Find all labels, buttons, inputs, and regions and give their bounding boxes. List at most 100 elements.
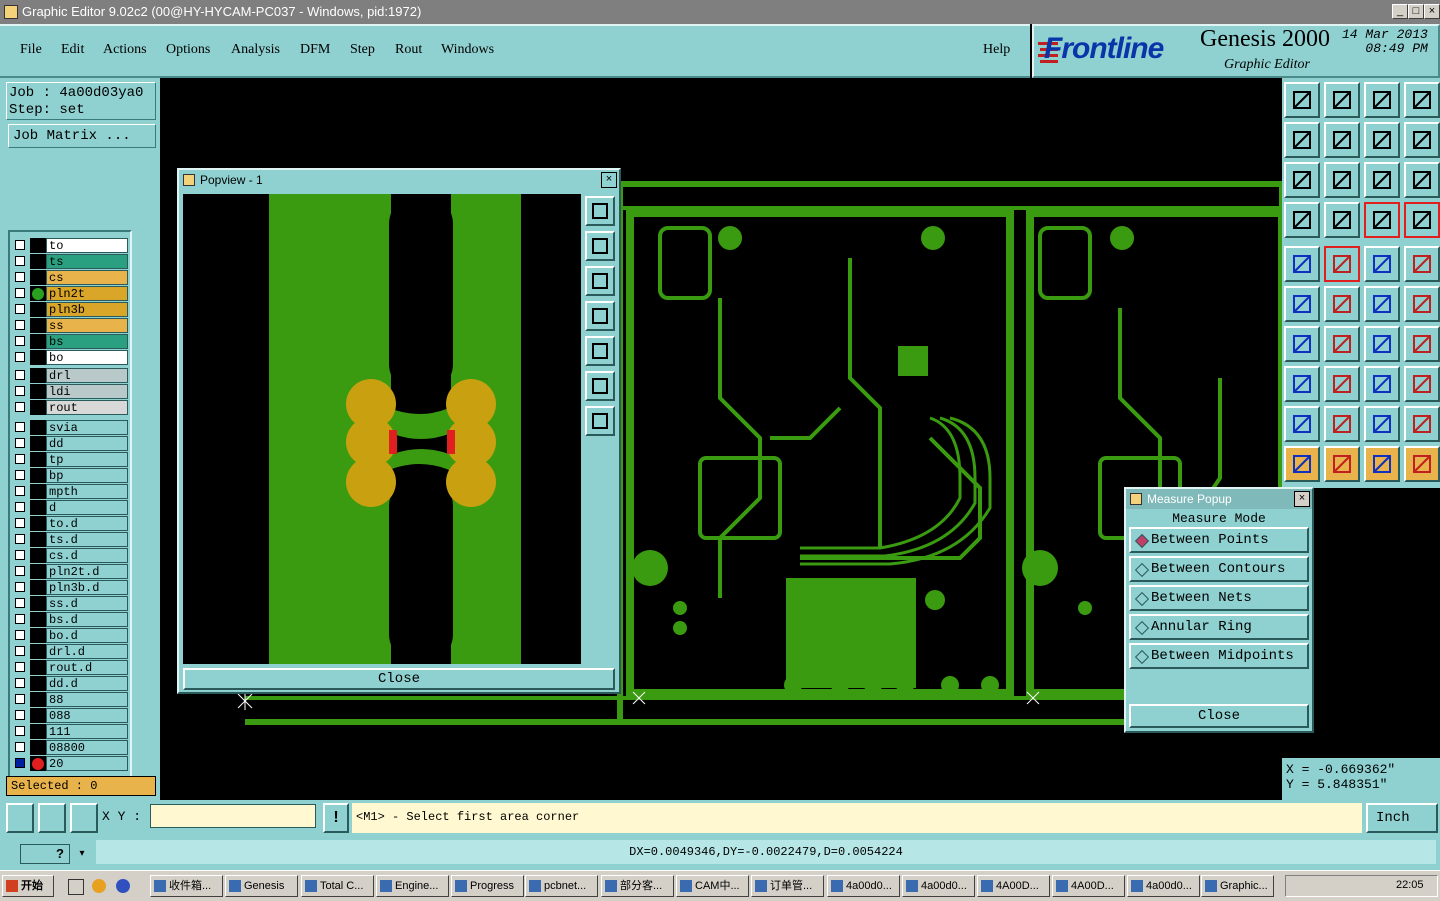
query-icon[interactable] — [1404, 162, 1440, 198]
layer-name[interactable]: 08800 — [46, 740, 128, 755]
popview-close-button[interactable]: Close — [183, 668, 615, 690]
zoom-area-icon[interactable] — [6, 803, 34, 833]
layer-name[interactable]: dd.d — [46, 676, 128, 691]
layer-name[interactable]: bo — [46, 350, 128, 365]
layer-checkbox[interactable] — [15, 758, 25, 768]
layer-name[interactable]: drl.d — [46, 644, 128, 659]
unit-selector[interactable]: Inch — [1366, 803, 1438, 833]
layer-checkbox[interactable] — [15, 256, 25, 266]
triangle-c-icon[interactable] — [1364, 406, 1400, 442]
layer-row[interactable]: bo — [10, 350, 130, 365]
pv-zoom-icon[interactable] — [585, 406, 615, 436]
taskbar-task[interactable]: pcbnet... — [525, 875, 598, 897]
layer-checkbox[interactable] — [15, 518, 25, 528]
layer-checkbox[interactable] — [15, 566, 25, 576]
layer-name[interactable]: pln3b — [46, 302, 128, 317]
layer-name[interactable]: tp — [46, 452, 128, 467]
copy-icon[interactable] — [1404, 286, 1440, 322]
layer-checkbox[interactable] — [15, 386, 25, 396]
taskbar-task[interactable]: Progress — [451, 875, 524, 897]
snap-red-icon[interactable] — [1364, 202, 1400, 238]
select-area-icon[interactable] — [1324, 446, 1360, 482]
pan-left-icon[interactable] — [1284, 122, 1320, 158]
layer-row[interactable]: cs — [10, 270, 130, 285]
layer-row[interactable]: to — [10, 238, 130, 253]
delete-icon[interactable] — [1324, 286, 1360, 322]
layer-checkbox[interactable] — [15, 422, 25, 432]
layer-name[interactable]: to.d — [46, 516, 128, 531]
layer-name[interactable]: rout — [46, 400, 128, 415]
taskbar-task[interactable]: Engine... — [376, 875, 449, 897]
menu-step[interactable]: Step — [350, 42, 375, 58]
pv-left-icon[interactable] — [585, 301, 615, 331]
layer-name[interactable]: pln3b.d — [46, 580, 128, 595]
layer-name[interactable]: 088 — [46, 708, 128, 723]
layer-checkbox[interactable] — [15, 710, 25, 720]
layer-checkbox[interactable] — [15, 240, 25, 250]
layer-name[interactable]: mpth — [46, 484, 128, 499]
add-pad-icon[interactable] — [1284, 246, 1320, 282]
job-matrix-button[interactable]: Job Matrix ... — [8, 124, 156, 148]
snap-multi-icon[interactable] — [1404, 202, 1440, 238]
measure-option[interactable]: Annular Ring — [1129, 614, 1309, 640]
layer-row[interactable]: ss — [10, 318, 130, 333]
layer-row[interactable]: bs — [10, 334, 130, 349]
popview-close-icon[interactable]: × — [601, 172, 617, 188]
triangle-b-icon[interactable] — [1324, 406, 1360, 442]
measure-close-icon[interactable]: × — [1294, 491, 1310, 507]
layer-row[interactable]: 88 — [10, 692, 130, 707]
window-layout-icon[interactable] — [1404, 82, 1440, 118]
layer-name[interactable]: dd — [46, 436, 128, 451]
pv-up-icon[interactable] — [585, 231, 615, 261]
layer-checkbox[interactable] — [15, 454, 25, 464]
scale-1-2-icon[interactable] — [1364, 162, 1400, 198]
layer-row[interactable]: drl — [10, 368, 130, 383]
grid-icon[interactable] — [70, 803, 98, 833]
close-window-button[interactable]: × — [1424, 4, 1440, 19]
save-icon[interactable] — [1324, 82, 1360, 118]
menu-options[interactable]: Options — [166, 42, 210, 58]
measure-option[interactable]: Between Midpoints — [1129, 643, 1309, 669]
layer-row[interactable]: tp — [10, 452, 130, 467]
layer-checkbox[interactable] — [15, 370, 25, 380]
layer-checkbox[interactable] — [15, 630, 25, 640]
layer-name[interactable]: ss.d — [46, 596, 128, 611]
layer-name[interactable]: to — [46, 238, 128, 253]
layer-row[interactable]: dd — [10, 436, 130, 451]
layer-checkbox[interactable] — [15, 534, 25, 544]
taskbar-task[interactable]: CAM中... — [676, 875, 749, 897]
layer-checkbox[interactable] — [15, 614, 25, 624]
line-icon[interactable] — [1324, 326, 1360, 362]
taskbar-task[interactable]: Genesis — [225, 875, 298, 897]
layer-row[interactable]: 08800 — [10, 740, 130, 755]
layer-row[interactable]: dd.d — [10, 676, 130, 691]
layer-row[interactable]: svia — [10, 420, 130, 435]
select-arrow-icon[interactable] — [1284, 446, 1320, 482]
taskbar-task[interactable]: 部分客... — [601, 875, 674, 897]
pv-fit-icon[interactable] — [585, 371, 615, 401]
layer-row[interactable]: to.d — [10, 516, 130, 531]
layer-row[interactable]: pln2t — [10, 286, 130, 301]
add-via-icon[interactable] — [1284, 366, 1320, 402]
layer-name[interactable]: ss — [46, 318, 128, 333]
stretch-icon[interactable] — [1364, 366, 1400, 402]
menu-windows[interactable]: Windows — [441, 42, 494, 58]
layer-checkbox[interactable] — [15, 272, 25, 282]
layer-checkbox[interactable] — [15, 304, 25, 314]
taskbar-task[interactable]: 订单管... — [751, 875, 824, 897]
fit-screen-icon[interactable] — [1284, 162, 1320, 198]
layer-row[interactable]: rout.d — [10, 660, 130, 675]
layer-name[interactable]: 111 — [46, 724, 128, 739]
measure-close-button[interactable]: Close — [1129, 704, 1309, 728]
undo-view-icon[interactable] — [1364, 122, 1400, 158]
menu-rout[interactable]: Rout — [395, 42, 422, 58]
move-icon[interactable] — [1364, 286, 1400, 322]
measure-option[interactable]: Between Points — [1129, 527, 1309, 553]
pv-down-icon[interactable] — [585, 266, 615, 296]
layer-checkbox[interactable] — [15, 678, 25, 688]
route-icon[interactable] — [1404, 446, 1440, 482]
select-pick-icon[interactable] — [1364, 446, 1400, 482]
layer-name[interactable]: 88 — [46, 692, 128, 707]
layer-row[interactable]: rout — [10, 400, 130, 415]
layer-name[interactable]: drl — [46, 368, 128, 383]
